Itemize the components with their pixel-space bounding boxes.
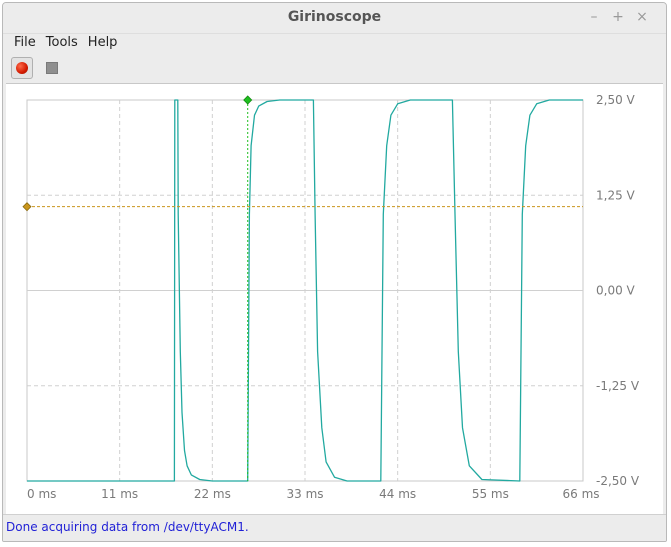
status-bar: Done acquiring data from /dev/ttyACM1. — [3, 514, 666, 541]
trigger-level-handle[interactable] — [22, 202, 32, 212]
window-title: Girinoscope — [287, 9, 382, 25]
app-window: Girinoscope – + × File Tools Help 0 ms 11… — [2, 2, 667, 542]
y-tick-label: 0,00 V — [596, 284, 636, 298]
x-tick-label: 33 ms — [286, 487, 323, 501]
plot-svg: 0 ms 11 ms 22 ms 33 ms 44 ms 55 ms 66 ms 2,50 V… — [22, 93, 640, 501]
y-tick-label: 1,25 V — [596, 188, 636, 202]
x-tick-label: 66 ms — [562, 487, 599, 501]
y-tick-label: 2,50 V — [596, 93, 636, 107]
x-tick-label: 22 ms — [194, 487, 231, 501]
toolbar — [11, 57, 63, 81]
y-tick-label: -2,50 V — [596, 474, 640, 488]
menu-tools[interactable]: Tools — [41, 33, 83, 55]
x-tick-label: 0 ms — [27, 487, 56, 501]
x-tick-label: 55 ms — [472, 487, 509, 501]
stop-icon — [46, 62, 58, 74]
maximize-icon[interactable]: + — [612, 9, 624, 25]
minimize-icon[interactable]: – — [588, 9, 600, 25]
menu-help[interactable]: Help — [83, 33, 123, 55]
status-text: Done acquiring data from /dev/ttyACM1. — [6, 520, 249, 534]
x-tick-label: 11 ms — [101, 487, 138, 501]
menu-file[interactable]: File — [9, 33, 41, 55]
stop-button[interactable] — [41, 57, 63, 79]
trigger-time-handle[interactable] — [243, 95, 253, 105]
close-icon[interactable]: × — [636, 9, 648, 25]
x-tick-label: 44 ms — [379, 487, 416, 501]
menu-bar: File Tools Help — [9, 33, 122, 55]
oscilloscope-plot[interactable]: 0 ms 11 ms 22 ms 33 ms 44 ms 55 ms 66 ms 2,50 V… — [6, 83, 663, 515]
title-bar[interactable]: Girinoscope – + × — [3, 3, 666, 34]
record-button[interactable] — [11, 57, 33, 79]
y-tick-label: -1,25 V — [596, 379, 640, 393]
window-controls: – + × — [588, 9, 648, 25]
record-icon — [16, 62, 28, 74]
